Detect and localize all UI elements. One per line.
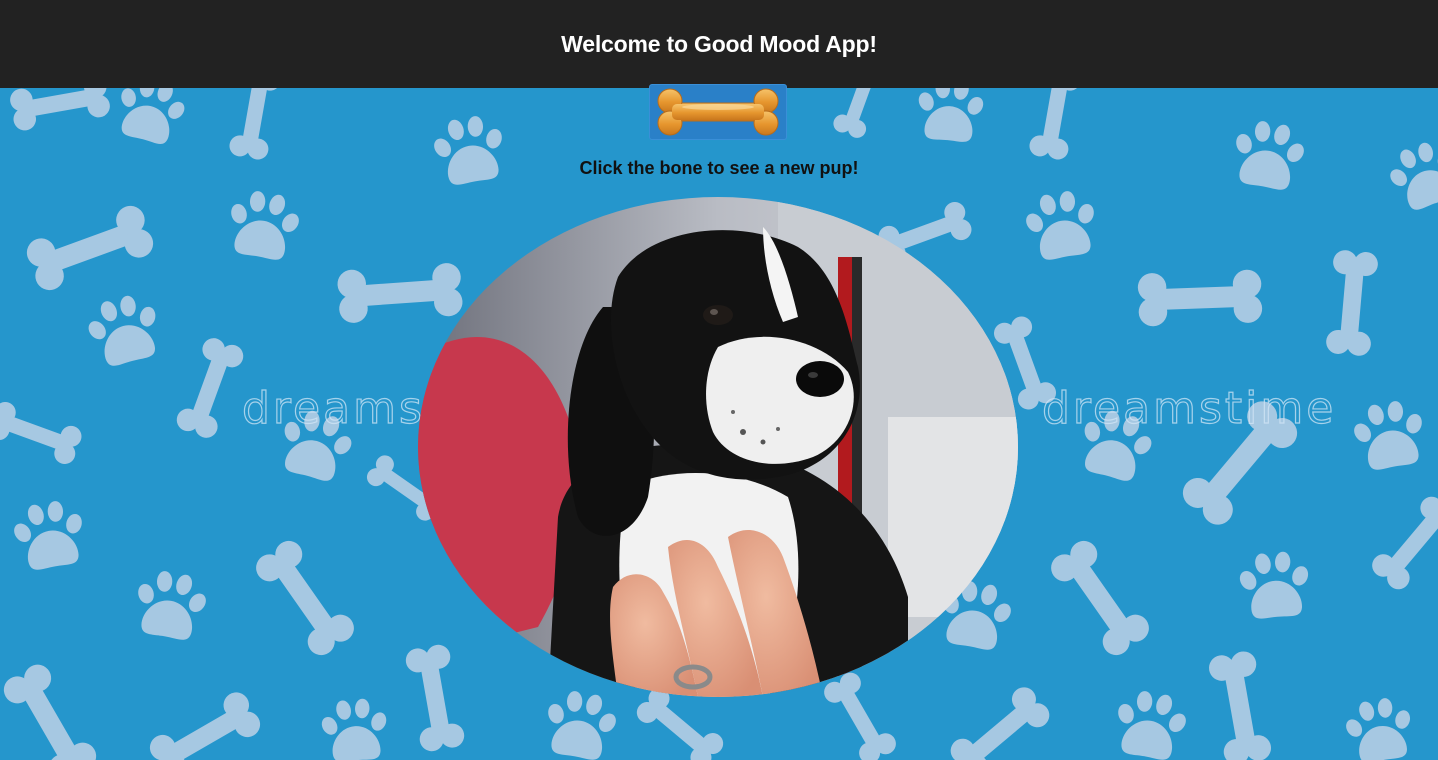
puppy-photo bbox=[418, 197, 1018, 697]
new-pup-button[interactable] bbox=[649, 84, 787, 140]
dog-bone-icon bbox=[657, 88, 779, 136]
instruction-text: Click the bone to see a new pup! bbox=[579, 158, 859, 178]
page-title: Welcome to Good Mood App! bbox=[561, 30, 877, 57]
watermark-right: dreamstime bbox=[1041, 382, 1337, 434]
app-header: Welcome to Good Mood App! bbox=[0, 0, 1438, 88]
